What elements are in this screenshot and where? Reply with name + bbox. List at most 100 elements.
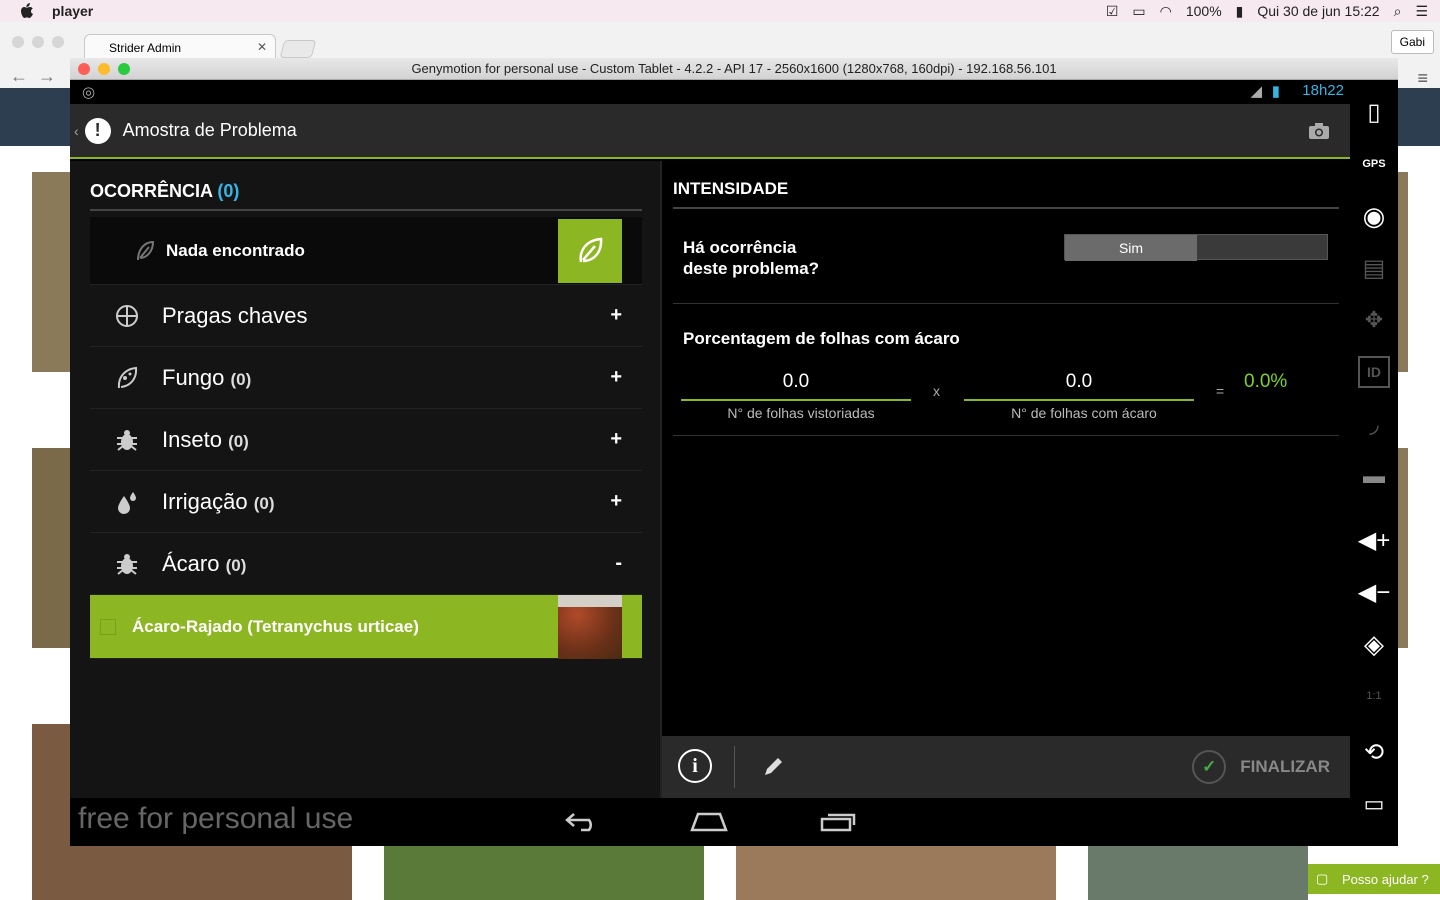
- minimize-button[interactable]: [98, 63, 110, 75]
- category-count: (0): [225, 555, 247, 575]
- sms-widget-icon[interactable]: ▬: [1358, 460, 1390, 492]
- battery-widget-icon[interactable]: ▯: [1358, 96, 1390, 128]
- camera-icon[interactable]: [1308, 122, 1330, 140]
- gps-widget-icon[interactable]: GPS: [1358, 148, 1390, 180]
- problem-checkbox[interactable]: [100, 618, 116, 635]
- warning-icon[interactable]: !: [84, 117, 111, 144]
- map-card[interactable]: [1398, 172, 1408, 372]
- spotlight-icon[interactable]: ⌕: [1394, 3, 1402, 20]
- android-statusbar: ◎ ◢ ▮ 18h22: [70, 80, 1350, 104]
- volume-down-icon[interactable]: ◀−: [1358, 576, 1390, 608]
- home-nav-icon[interactable]: [690, 812, 728, 832]
- collapse-icon[interactable]: -: [615, 552, 622, 575]
- category-row-inseto[interactable]: Inseto (0) +: [90, 409, 642, 471]
- apple-icon[interactable]: [20, 3, 34, 19]
- scale-icon[interactable]: 1:1: [1358, 680, 1390, 712]
- toggle-sim[interactable]: Sim: [1065, 235, 1197, 261]
- percentage-result: 0.0%: [1244, 371, 1288, 392]
- occurrence-toggle[interactable]: Sim: [1064, 234, 1328, 261]
- nada-encontrado-row[interactable]: Nada encontrado: [90, 217, 642, 285]
- divider: [673, 303, 1339, 304]
- close-button[interactable]: [78, 63, 90, 75]
- actionbar-title: Amostra de Problema: [122, 120, 297, 140]
- question-line: Há ocorrência: [683, 238, 797, 257]
- occurrence-header: OCORRÊNCIA (0): [90, 181, 642, 211]
- move-widget-icon[interactable]: ✥: [1358, 304, 1390, 336]
- category-row-fungo[interactable]: Fungo (0) +: [90, 347, 642, 409]
- nada-encontrado-label: Nada encontrado: [166, 240, 305, 260]
- bug-icon: [114, 427, 140, 453]
- category-count: (0): [230, 369, 252, 389]
- browser-tab[interactable]: Strider Admin ✕: [84, 34, 276, 60]
- map-card[interactable]: [32, 448, 72, 648]
- maximize-button[interactable]: [118, 63, 130, 75]
- tab-close-icon[interactable]: ✕: [257, 40, 267, 54]
- rss-widget-icon[interactable]: ◞: [1358, 408, 1390, 440]
- map-card[interactable]: [32, 172, 72, 372]
- screencast-widget-icon[interactable]: ▤: [1358, 252, 1390, 284]
- back-nav-icon[interactable]: [564, 810, 600, 832]
- genymotion-titlebar: Genymotion for personal use - Custom Tab…: [70, 58, 1398, 80]
- divider: [673, 435, 1339, 436]
- forward-arrow-icon[interactable]: →: [38, 66, 56, 87]
- finalize-button[interactable]: ✓ FINALIZAR: [1192, 750, 1330, 784]
- android-navbar: free for personal use: [70, 798, 1350, 846]
- expand-icon[interactable]: +: [610, 490, 622, 513]
- clock[interactable]: Qui 30 de jun 15:22: [1257, 3, 1379, 19]
- category-row-irrigacao[interactable]: Irrigação (0) +: [90, 471, 642, 533]
- map-card[interactable]: [1398, 448, 1408, 648]
- category-name: Irrigação: [162, 488, 248, 514]
- pencil-icon[interactable]: [762, 756, 784, 778]
- selected-problem-row[interactable]: Ácaro-Rajado (Tetranychus urticae): [90, 595, 642, 659]
- check-circle-icon: ✓: [1192, 750, 1227, 784]
- app-name[interactable]: player: [52, 3, 93, 19]
- info-icon[interactable]: i: [678, 749, 712, 783]
- close-window-button[interactable]: [12, 36, 24, 48]
- help-widget[interactable]: ▢ Posso ajudar ?: [1308, 864, 1440, 894]
- watermark: free for personal use: [78, 802, 354, 835]
- equals-operator: =: [1216, 383, 1225, 399]
- map-card[interactable]: [1088, 846, 1308, 900]
- leaf-icon: [137, 240, 154, 260]
- category-label: Pragas chaves: [162, 303, 308, 329]
- category-name: Ácaro: [162, 550, 220, 576]
- finalize-label: FINALIZAR: [1240, 757, 1330, 776]
- wifi-icon[interactable]: ◠: [1160, 3, 1172, 20]
- browser-menu-icon[interactable]: ≡: [1417, 68, 1428, 89]
- expand-icon[interactable]: +: [610, 366, 622, 389]
- leaf-icon: [579, 237, 603, 263]
- nada-encontrado-button[interactable]: [558, 219, 622, 283]
- notification-center-icon[interactable]: ☰: [1415, 3, 1428, 20]
- battery-icon[interactable]: ▮: [1236, 3, 1244, 20]
- recents-nav-icon[interactable]: [820, 812, 856, 832]
- up-caret-icon[interactable]: ‹: [74, 123, 79, 139]
- minimize-window-button[interactable]: [32, 36, 44, 48]
- map-card[interactable]: [736, 846, 1056, 900]
- new-tab-button[interactable]: [279, 40, 317, 58]
- mac-menubar: player ☑ ▭ ◠ 100% ▮ Qui 30 de jun 15:22 …: [0, 0, 1440, 22]
- map-card[interactable]: [384, 846, 704, 900]
- leaves-with-mite-input[interactable]: 0.0: [964, 371, 1194, 401]
- category-row-acaro[interactable]: Ácaro (0) -: [90, 533, 642, 595]
- profile-button[interactable]: Gabi: [1390, 30, 1434, 54]
- problem-thumbnail[interactable]: [558, 595, 622, 659]
- occurrence-count: (0): [217, 181, 240, 201]
- leaves-inspected-input[interactable]: 0.0: [681, 371, 911, 401]
- volume-up-icon[interactable]: ◀+: [1358, 524, 1390, 556]
- expand-icon[interactable]: +: [610, 304, 622, 327]
- check-icon[interactable]: ☑: [1106, 3, 1119, 20]
- occurrence-header-label: OCORRÊNCIA: [90, 181, 213, 201]
- id-widget-icon[interactable]: ID: [1358, 356, 1390, 388]
- genymotion-window-title: Genymotion for personal use - Custom Tab…: [411, 61, 1057, 76]
- expand-icon[interactable]: +: [610, 428, 622, 451]
- water-drop-icon: [114, 489, 140, 515]
- rotate-icon[interactable]: ◈: [1358, 628, 1390, 660]
- recent-widget-icon[interactable]: ▭: [1358, 788, 1390, 820]
- mite-icon: [114, 551, 140, 577]
- maximize-window-button[interactable]: [52, 36, 64, 48]
- webcam-widget-icon[interactable]: ◉: [1358, 200, 1390, 232]
- back-arrow-icon[interactable]: ←: [10, 66, 28, 87]
- back-widget-icon[interactable]: ⟲: [1358, 736, 1390, 768]
- airplay-icon[interactable]: ▭: [1132, 3, 1145, 20]
- category-row-pragas[interactable]: Pragas chaves +: [90, 285, 642, 347]
